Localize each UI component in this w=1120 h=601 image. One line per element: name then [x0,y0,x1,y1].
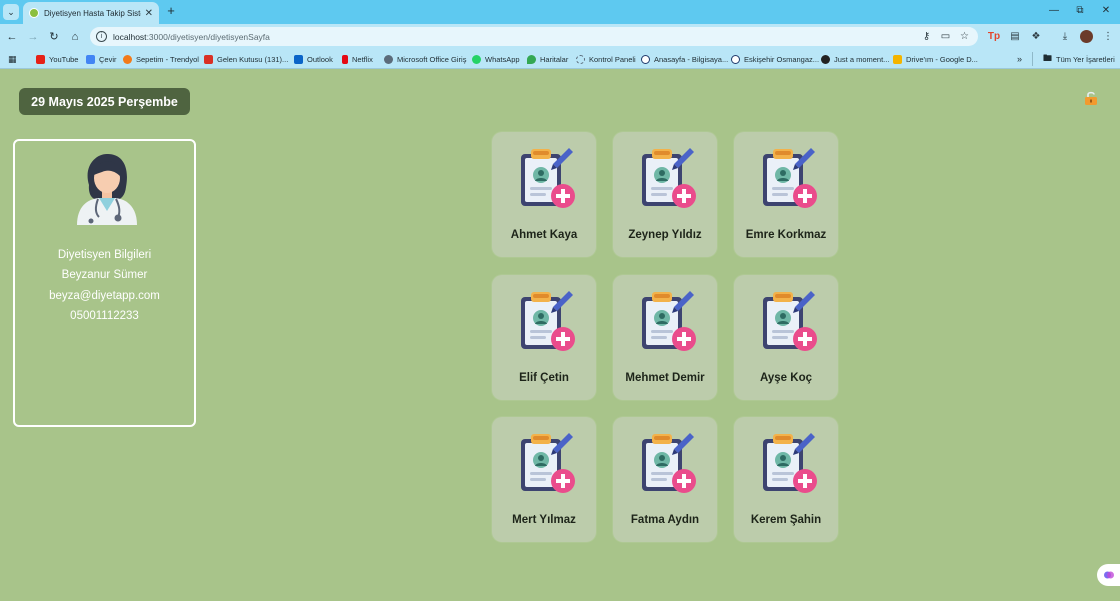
patient-card-mert-yilmaz[interactable]: Mert Yılmaz [492,417,596,542]
more-bookmarks-icon[interactable]: » [1017,52,1022,66]
active-tab[interactable]: Diyetisyen Hasta Takip Sistemi ✕ [23,2,159,24]
patient-record-icon [642,148,696,208]
bookmark-star-icon[interactable]: ☆ [958,30,971,43]
bookmark-netflix[interactable]: Netflix [342,52,373,66]
patient-record-icon [521,148,575,208]
date-badge: 29 Mayıs 2025 Perşembe [19,88,190,115]
patient-card-kerem-sahin[interactable]: Kerem Şahin [734,417,838,542]
patient-record-icon [642,433,696,493]
dietitian-info-heading: Diyetisyen Bilgileri [57,249,152,261]
doctor-avatar-icon [77,153,137,225]
profile-avatar-icon[interactable] [1080,30,1093,43]
patients-grid: Ahmet Kaya Zeynep Yıldız Emre Korkmaz El… [492,132,839,542]
browser-menu-icon[interactable]: ⋮ [1100,29,1116,45]
tab-favicon-icon [29,8,39,18]
assistant-extension-button[interactable] [1097,564,1120,586]
minimize-button[interactable]: — [1044,4,1064,18]
patient-name: Kerem Şahin [750,514,822,526]
url-text: localhost:3000/diyetisyen/diyetisyenSayf… [113,31,270,42]
bookmark-trendyol[interactable]: Sepetim - Trendyol [123,52,199,66]
patient-card-mehmet-demir[interactable]: Mehmet Demir [613,275,717,400]
patient-record-icon [521,433,575,493]
bookmark-anasayfa[interactable]: Anasayfa - Bilgisaya... [641,52,728,66]
close-window-button[interactable]: ✕ [1096,4,1116,18]
bookmark-cevir[interactable]: Çevir [86,52,117,66]
patient-card-elif-cetin[interactable]: Elif Çetin [492,275,596,400]
patient-record-icon [763,291,817,351]
apps-grid-icon[interactable]: ▦ [8,52,17,66]
install-app-icon[interactable]: ▭ [939,30,952,43]
bookmark-outlook[interactable]: Outlook [294,52,333,66]
bookmark-just-a-moment[interactable]: Just a moment... [821,52,889,66]
patient-record-icon [521,291,575,351]
downloads-icon[interactable]: ⤓ [1057,29,1073,45]
bookmarks-bar: ▦ YouTube Çevir Sepetim - Trendyol Gelen… [0,49,1120,69]
patient-name: Emre Korkmaz [745,229,827,241]
all-bookmarks-folder[interactable]: 🖿 Tüm Yer İşaretleri [1032,52,1115,66]
patient-name: Ayşe Koç [760,372,812,384]
browser-toolbar: ← → ↻ ⌂ i localhost:3000/diyetisyen/diye… [0,24,1120,49]
site-info-icon[interactable]: i [96,31,107,42]
patient-name: Elif Çetin [519,372,569,384]
logout-lock-icon[interactable] [1083,90,1099,106]
address-bar[interactable]: i localhost:3000/diyetisyen/diyetisyenSa… [90,27,978,46]
tab-close-icon[interactable]: ✕ [145,8,153,19]
tab-title: Diyetisyen Hasta Takip Sistemi [44,8,141,18]
reload-button[interactable]: ↻ [46,29,62,45]
bookmark-esogu[interactable]: Eskişehir Osmangaz... [731,52,819,66]
browser-tab-strip: ⌄ Diyetisyen Hasta Takip Sistemi ✕ + — ⧉… [0,0,1120,24]
extension-tp-icon[interactable]: Tp [986,29,1002,45]
patient-card-emre-korkmaz[interactable]: Emre Korkmaz [734,132,838,257]
dietitian-name: Beyzanur Sümer [61,269,148,281]
patient-name: Fatma Aydın [630,514,700,526]
patient-card-ayse-koc[interactable]: Ayşe Koç [734,275,838,400]
dietitian-email: beyza@diyetapp.com [49,290,160,302]
extension-reader-icon[interactable]: ▤ [1007,29,1023,45]
patient-name: Mert Yılmaz [512,514,576,526]
bookmark-haritalar[interactable]: Haritalar [527,52,568,66]
extensions-puzzle-icon[interactable]: ❖ [1028,29,1044,45]
bookmark-office[interactable]: Microsoft Office Giriş [384,52,466,66]
patient-name: Zeynep Yıldız [628,229,702,241]
patient-record-icon [642,291,696,351]
patient-name: Mehmet Demir [625,372,705,384]
dietitian-page: 29 Mayıs 2025 Perşembe Diyetisyen Bilgil… [0,70,1120,601]
dietitian-phone: 05001112233 [70,310,139,322]
dietitian-info-card: Diyetisyen Bilgileri Beyzanur Sümer beyz… [13,139,196,427]
bookmark-whatsapp[interactable]: WhatsApp [472,52,520,66]
home-button[interactable]: ⌂ [67,29,83,45]
patient-card-ahmet-kaya[interactable]: Ahmet Kaya [492,132,596,257]
patient-card-zeynep-yildiz[interactable]: Zeynep Yıldız [613,132,717,257]
bookmark-kontrol-paneli[interactable]: Kontrol Paneli [576,52,636,66]
patient-record-icon [763,148,817,208]
patient-record-icon [763,433,817,493]
new-tab-button[interactable]: + [164,4,178,18]
forward-button[interactable]: → [25,29,41,45]
patient-card-fatma-aydin[interactable]: Fatma Aydın [613,417,717,542]
password-key-icon[interactable]: ⚷ [920,30,933,43]
restore-button[interactable]: ⧉ [1070,4,1090,18]
tab-search-button[interactable]: ⌄ [3,4,19,20]
assistant-icon [1103,571,1114,579]
bookmark-youtube[interactable]: YouTube [36,52,78,66]
back-button[interactable]: ← [4,29,20,45]
bookmark-drive[interactable]: Drive'ım - Google D... [893,52,978,66]
patient-name: Ahmet Kaya [510,229,578,241]
bookmark-gmail[interactable]: Gelen Kutusu (131)... [204,52,288,66]
